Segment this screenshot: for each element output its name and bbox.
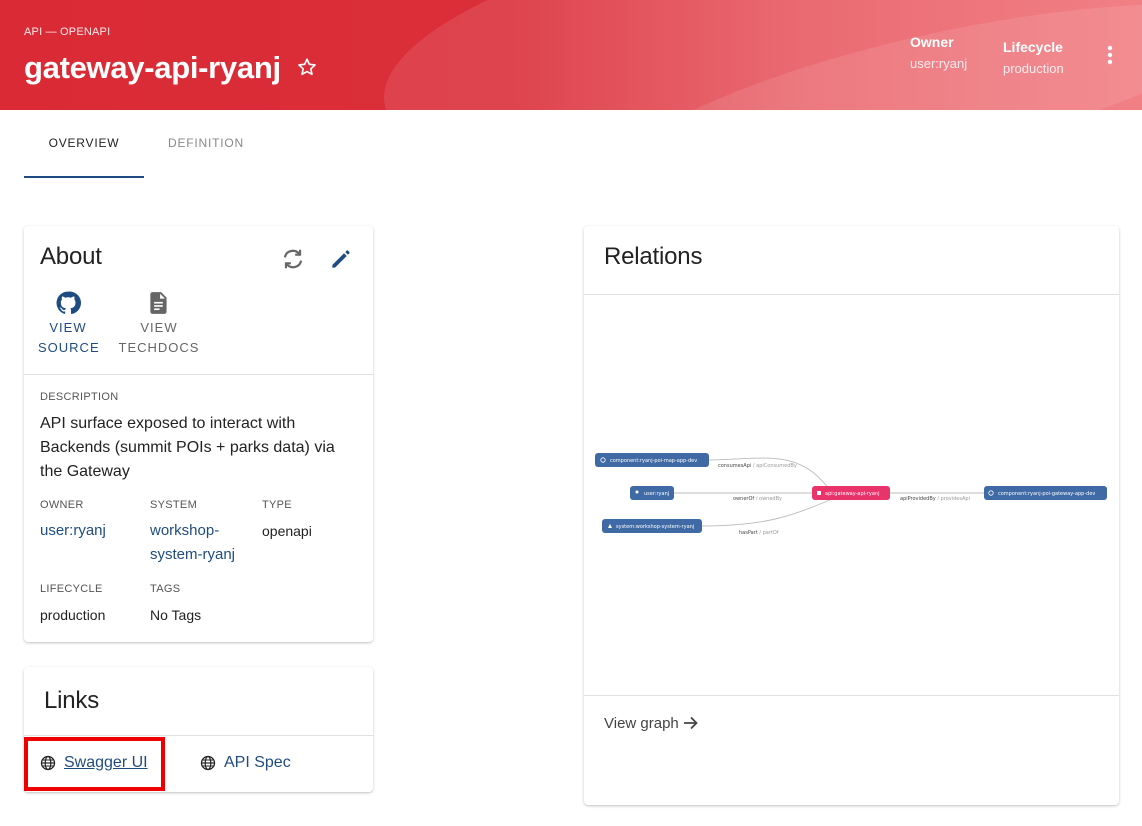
view-techdocs-link[interactable]: VIEW TECHDOCS	[118, 290, 200, 358]
divider	[24, 374, 373, 375]
svg-text:component:ryanj-poi-map-app-de: component:ryanj-poi-map-app-dev	[610, 458, 697, 464]
owner-field-label: OWNER	[40, 499, 84, 511]
more-vert-icon[interactable]	[1100, 44, 1120, 66]
svg-text:system:workshop-system-ryanj: system:workshop-system-ryanj	[616, 524, 694, 530]
svg-text:api:gateway-api-ryanj: api:gateway-api-ryanj	[825, 491, 879, 497]
lifecycle-field-value: production	[40, 607, 106, 623]
highlight-box	[24, 737, 165, 791]
view-source-link[interactable]: VIEW SOURCE	[38, 290, 100, 358]
lifecycle-label: Lifecycle	[1003, 39, 1063, 55]
star-icon[interactable]	[296, 56, 318, 78]
view-source-label-1: VIEW	[49, 320, 87, 335]
view-techdocs-label-2: TECHDOCS	[118, 340, 200, 355]
owner-field-value[interactable]: user:ryanj	[40, 519, 106, 543]
lifecycle-field-label: LIFECYCLE	[40, 583, 103, 595]
relations-card: Relations consumesApi / apiConsumedBy ow…	[584, 226, 1119, 805]
node-component-gateway[interactable]: component:ryanj-poi-gateway-app-dev	[984, 486, 1107, 500]
system-field-value[interactable]: workshop- system-ryanj	[150, 519, 235, 567]
tab-definition[interactable]: DEFINITION	[146, 110, 266, 178]
page-title: gateway-api-ryanj	[24, 50, 281, 85]
node-api[interactable]: api:gateway-api-ryanj	[812, 486, 890, 500]
refresh-icon[interactable]	[280, 246, 306, 272]
type-field-value: openapi	[262, 523, 312, 539]
links-title: Links	[44, 687, 100, 714]
relations-title: Relations	[604, 243, 703, 270]
globe-icon	[200, 755, 216, 771]
edge-label-consumes: consumesApi / apiConsumedBy	[718, 463, 797, 469]
view-graph-link[interactable]: View graph	[604, 714, 700, 732]
system-field-label: SYSTEM	[150, 499, 198, 511]
svg-text:component:ryanj-poi-gateway-ap: component:ryanj-poi-gateway-app-dev	[998, 491, 1095, 497]
description-label: DESCRIPTION	[40, 391, 119, 403]
view-techdocs-label-1: VIEW	[140, 320, 178, 335]
arrow-right-icon	[683, 716, 698, 730]
system-value-line-1: workshop-	[150, 522, 220, 539]
api-spec-label[interactable]: API Spec	[224, 754, 291, 772]
node-user[interactable]: user:ryanj	[630, 486, 674, 500]
github-icon	[56, 291, 81, 315]
header-lifecycle: Lifecycle production	[1003, 39, 1064, 76]
about-title: About	[40, 243, 102, 270]
about-card: About VIEW SOURCE VIEW TECHDOCS DESCRIPT…	[24, 226, 373, 642]
view-source-label-2: SOURCE	[38, 340, 100, 355]
relations-graph[interactable]: consumesApi / apiConsumedBy ownerOf / ow…	[584, 296, 1119, 696]
tab-overview[interactable]: OVERVIEW	[24, 110, 144, 178]
header-owner: Owner user:ryanj	[910, 34, 967, 71]
entity-kind-label: API — OPENAPI	[24, 26, 111, 38]
edge-label-owner: ownerOf / ownedBy	[733, 496, 782, 502]
edge-haspart	[701, 497, 835, 527]
system-value-line-2: system-ryanj	[150, 546, 236, 563]
svg-text:user:ryanj: user:ryanj	[644, 491, 669, 497]
edit-pencil-icon[interactable]	[328, 246, 354, 272]
divider	[24, 735, 373, 736]
edge-label-haspart: hasPart / partOf	[739, 530, 779, 536]
view-graph-label[interactable]: View graph	[604, 715, 679, 732]
node-system[interactable]: system:workshop-system-ryanj	[602, 519, 702, 533]
description-text: API surface exposed to interact with Bac…	[40, 415, 335, 480]
divider	[584, 294, 1119, 295]
page-header: API — OPENAPI gateway-api-ryanj Owner us…	[0, 0, 1142, 110]
owner-value[interactable]: user:ryanj	[910, 56, 967, 71]
document-icon	[150, 292, 167, 314]
lifecycle-value: production	[1003, 61, 1064, 76]
tags-field-value: No Tags	[150, 607, 202, 623]
owner-label: Owner	[910, 34, 954, 50]
node-component-map[interactable]: component:ryanj-poi-map-app-dev	[595, 453, 709, 467]
api-spec-link[interactable]: API Spec	[200, 754, 291, 772]
type-field-label: TYPE	[262, 499, 292, 511]
edge-label-provided: apiProvidedBy / providesApi	[900, 496, 970, 502]
divider	[584, 695, 1119, 696]
tags-field-label: TAGS	[150, 583, 181, 595]
